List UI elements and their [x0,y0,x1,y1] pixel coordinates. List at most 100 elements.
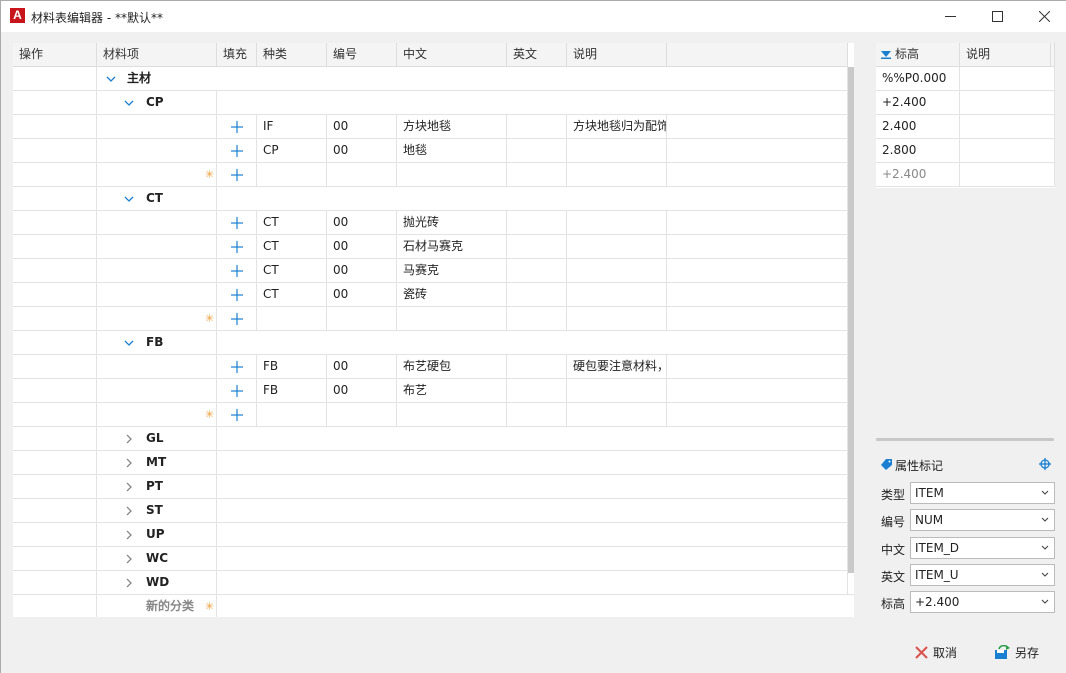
header-description[interactable]: 说明 [567,43,667,67]
close-button[interactable] [1021,1,1066,32]
elevation-desc-cell[interactable] [960,67,1055,91]
material-row[interactable]: CT 00 石材马赛克 [13,235,854,259]
group-cell[interactable]: WD [97,571,217,595]
new-category-row[interactable]: 新的分类 ✳ [13,595,854,617]
elevation-desc-cell[interactable] [960,139,1055,163]
kind-cell[interactable]: CT [257,235,327,259]
group-cell[interactable]: FB [97,331,217,355]
number-cell[interactable]: 00 [327,355,397,379]
material-row[interactable]: FB 00 布艺硬包 硬包要注意材料， [13,355,854,379]
kind-cell[interactable]: CP [257,139,327,163]
tree-row-root[interactable]: 主材 [13,67,854,91]
kind-cell[interactable]: CT [257,283,327,307]
add-fill-icon[interactable] [231,361,243,373]
english-name-cell[interactable] [507,139,567,163]
empty-cell[interactable] [327,403,397,427]
collapse-group-icon[interactable] [124,338,134,348]
chinese-name-cell[interactable]: 抛光砖 [397,211,507,235]
english-name-cell[interactable] [507,259,567,283]
add-fill-icon[interactable] [231,289,243,301]
header-kind[interactable]: 种类 [257,43,327,67]
tree-row-group[interactable]: MT [13,451,854,475]
expand-group-icon[interactable] [124,554,134,564]
save-as-button[interactable]: 另存 [994,641,1039,663]
number-cell[interactable]: 00 [327,283,397,307]
empty-cell[interactable] [257,403,327,427]
expand-group-icon[interactable] [124,530,134,540]
empty-cell[interactable] [567,403,667,427]
add-fill-icon[interactable] [231,409,243,421]
chinese-name-cell[interactable]: 布艺 [397,379,507,403]
group-cell[interactable]: UP [97,523,217,547]
english-name-cell[interactable] [507,283,567,307]
new-item-star-icon[interactable]: ✳ [205,312,214,325]
header-action[interactable]: 操作 [13,43,97,67]
elevation-row[interactable]: +2.400 [876,91,1055,115]
empty-cell[interactable] [567,163,667,187]
expand-group-icon[interactable] [124,482,134,492]
tree-row-group[interactable]: CP [13,91,854,115]
elevation-row[interactable]: %%P0.000 [876,67,1055,91]
elevation-desc-cell[interactable] [960,91,1055,115]
header-fill[interactable]: 填充 [217,43,257,67]
empty-cell[interactable] [327,307,397,331]
new-item-row[interactable]: ✳ [13,403,854,427]
number-cell[interactable]: 00 [327,379,397,403]
tree-row-group[interactable]: PT [13,475,854,499]
expand-root-icon[interactable] [106,74,116,84]
add-fill-icon[interactable] [231,241,243,253]
attribute-field-select[interactable]: ITEM_D [910,536,1055,559]
header-material-item[interactable]: 材料项 [97,43,217,67]
description-cell[interactable] [567,259,667,283]
kind-cell[interactable]: FB [257,379,327,403]
english-name-cell[interactable] [507,235,567,259]
elevation-row[interactable]: 2.400 [876,115,1055,139]
group-cell[interactable]: CP [97,91,217,115]
cancel-button[interactable]: 取消 [915,641,957,663]
elevation-desc-cell[interactable] [960,115,1055,139]
group-cell[interactable]: GL [97,427,217,451]
new-item-star-icon[interactable]: ✳ [205,168,214,181]
collapse-group-icon[interactable] [124,98,134,108]
tree-row-group[interactable]: UP [13,523,854,547]
chinese-name-cell[interactable]: 方块地毯 [397,115,507,139]
header-number[interactable]: 编号 [327,43,397,67]
maximize-button[interactable] [974,1,1020,32]
elevation-desc-header[interactable]: 说明 [960,43,1051,67]
description-cell[interactable] [567,235,667,259]
add-fill-icon[interactable] [231,121,243,133]
tree-row-group[interactable]: GL [13,427,854,451]
elevation-value-cell[interactable]: 2.400 [876,115,960,139]
add-fill-icon[interactable] [231,265,243,277]
minimize-button[interactable] [927,1,973,32]
title-bar[interactable]: A 材料表编辑器 - **默认** [1,1,1066,32]
number-cell[interactable]: 00 [327,211,397,235]
elevation-row[interactable]: 2.800 [876,139,1055,163]
description-cell[interactable]: 硬包要注意材料， [567,355,667,379]
tree-row-group[interactable]: FB [13,331,854,355]
kind-cell[interactable]: CT [257,211,327,235]
number-cell[interactable]: 00 [327,115,397,139]
attribute-field-select[interactable]: +2.400 [910,591,1055,614]
new-category-star-icon[interactable]: ✳ [205,600,214,613]
chinese-name-cell[interactable]: 瓷砖 [397,283,507,307]
english-name-cell[interactable] [507,211,567,235]
add-fill-icon[interactable] [231,217,243,229]
attribute-field-select[interactable]: ITEM_U [910,563,1055,586]
add-fill-icon[interactable] [231,385,243,397]
tree-row-group[interactable]: CT [13,187,854,211]
group-cell[interactable]: CT [97,187,217,211]
elevation-value-cell[interactable]: %%P0.000 [876,67,960,91]
group-cell[interactable]: PT [97,475,217,499]
empty-cell[interactable] [507,307,567,331]
elevation-row[interactable]: +2.400 [876,163,1055,187]
group-cell[interactable]: MT [97,451,217,475]
add-fill-icon[interactable] [231,169,243,181]
description-cell[interactable] [567,139,667,163]
empty-cell[interactable] [397,307,507,331]
elevation-header[interactable]: 标高 [876,43,960,67]
empty-cell[interactable] [257,163,327,187]
collapse-group-icon[interactable] [124,194,134,204]
expand-group-icon[interactable] [124,506,134,516]
description-cell[interactable] [567,211,667,235]
